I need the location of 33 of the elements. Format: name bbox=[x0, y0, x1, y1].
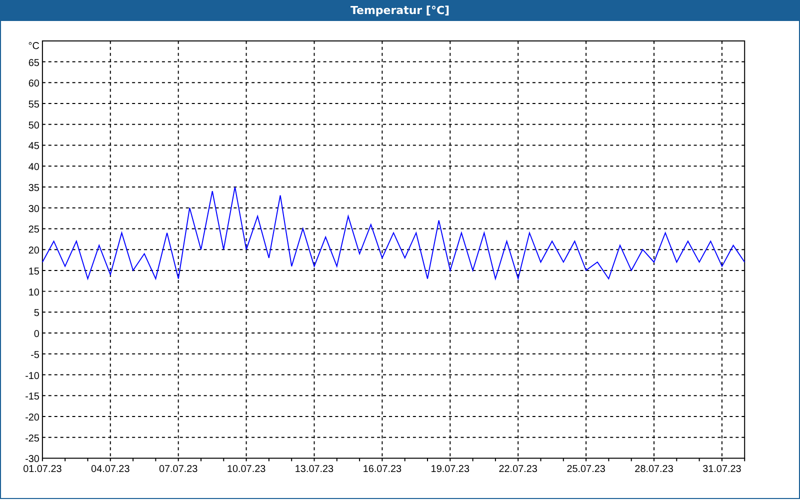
y-axis-label: 35 bbox=[28, 182, 40, 194]
y-axis-label: 60 bbox=[28, 78, 40, 90]
y-axis-label: 20 bbox=[28, 245, 40, 256]
y-axis-label: 0 bbox=[34, 328, 40, 340]
x-axis-label: 13.07.23 bbox=[294, 464, 334, 476]
y-axis-label: 45 bbox=[28, 141, 40, 152]
x-axis-label: 01.07.23 bbox=[23, 464, 62, 476]
y-axis-label: -20 bbox=[25, 412, 40, 424]
y-axis-label: 65 bbox=[28, 58, 40, 69]
y-axis-label: 50 bbox=[28, 120, 40, 132]
y-axis-label: 55 bbox=[28, 99, 40, 110]
x-axis-label: 19.07.23 bbox=[430, 464, 470, 476]
x-axis-label: 04.07.23 bbox=[91, 464, 130, 476]
x-axis-label: 10.07.23 bbox=[226, 464, 266, 476]
y-axis-label: -10 bbox=[25, 370, 40, 382]
y-axis-label: 5 bbox=[34, 308, 40, 320]
y-axis-label: -5 bbox=[30, 350, 40, 361]
y-axis-label: -15 bbox=[25, 392, 40, 403]
y-axis-label: 30 bbox=[28, 204, 40, 215]
y-axis-unit: °C bbox=[28, 40, 40, 52]
y-axis-label: 15 bbox=[28, 266, 40, 278]
y-axis-label: 40 bbox=[28, 162, 40, 174]
y-axis-label: -30 bbox=[25, 454, 40, 466]
y-axis-label: 10 bbox=[28, 287, 40, 298]
x-axis-label: 07.07.23 bbox=[159, 464, 198, 476]
window-title: Temperatur [°C] bbox=[350, 4, 450, 17]
y-axis-label: -25 bbox=[25, 433, 40, 444]
x-axis-label: 16.07.23 bbox=[362, 464, 402, 476]
x-axis-label: 22.07.23 bbox=[498, 464, 538, 476]
x-axis-label: 28.07.23 bbox=[634, 464, 674, 476]
x-axis-label: 25.07.23 bbox=[566, 464, 606, 476]
y-axis-label: 25 bbox=[28, 224, 40, 236]
x-axis-label: 31.07.23 bbox=[702, 464, 742, 476]
